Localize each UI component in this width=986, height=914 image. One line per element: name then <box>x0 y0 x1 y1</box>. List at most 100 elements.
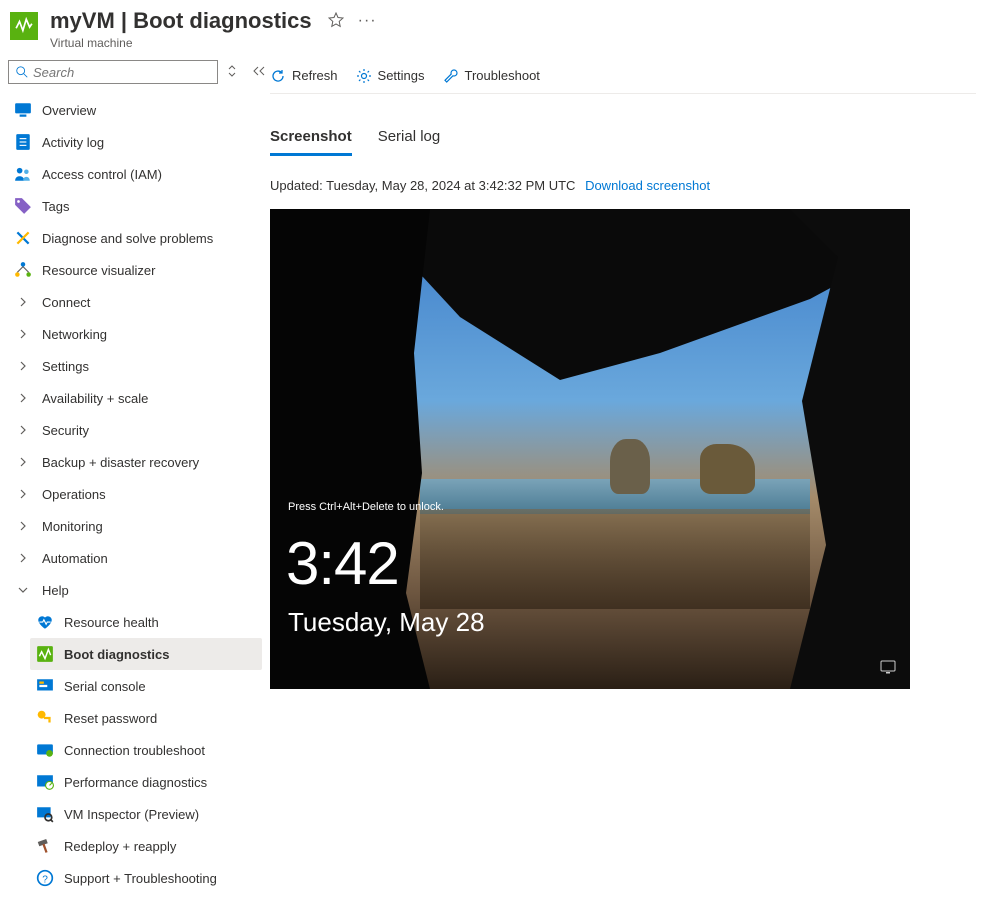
download-screenshot-link[interactable]: Download screenshot <box>585 178 710 193</box>
sidebar-item-label: Networking <box>42 327 107 342</box>
sidebar-item-operations[interactable]: Operations <box>8 478 262 510</box>
updated-row: Updated: Tuesday, May 28, 2024 at 3:42:3… <box>270 178 976 193</box>
toolbar: Refresh Settings Troubleshoot <box>270 58 976 94</box>
sidebar-item-label: Diagnose and solve problems <box>42 231 213 246</box>
key-icon <box>36 709 54 727</box>
sidebar-item-monitoring[interactable]: Monitoring <box>8 510 262 542</box>
tabs: Screenshot Serial log <box>270 124 976 156</box>
main-content: Refresh Settings Troubleshoot Screenshot… <box>270 56 986 914</box>
sidebar-item-label: Help <box>42 583 69 598</box>
log-icon <box>14 133 32 151</box>
toolbar-label: Troubleshoot <box>465 68 540 83</box>
lockscreen-time: 3:42 <box>286 529 399 598</box>
sidebar-item-label: Monitoring <box>42 519 103 534</box>
refresh-button[interactable]: Refresh <box>270 68 338 84</box>
vm-screenshot: Press Ctrl+Alt+Delete to unlock. 3:42 Tu… <box>270 209 910 689</box>
more-actions-icon[interactable]: ··· <box>358 12 377 30</box>
sidebar-item-label: Serial console <box>64 679 146 694</box>
collapse-sidebar-icon[interactable] <box>252 65 266 80</box>
chevron-right-icon <box>14 389 32 407</box>
sidebar-item-access-control[interactable]: Access control (IAM) <box>8 158 262 190</box>
sidebar-item-label: Overview <box>42 103 96 118</box>
search-input[interactable] <box>33 65 211 80</box>
svg-text:?: ? <box>42 875 48 886</box>
sidebar-item-backup[interactable]: Backup + disaster recovery <box>8 446 262 478</box>
inspector-icon <box>36 805 54 823</box>
search-box[interactable] <box>8 60 218 84</box>
sidebar-item-redeploy[interactable]: Redeploy + reapply <box>30 830 262 862</box>
chevron-right-icon <box>14 517 32 535</box>
page-title: myVM | Boot diagnostics <box>50 8 312 34</box>
boot-diag-icon <box>36 645 54 663</box>
page-subtitle: Virtual machine <box>50 36 377 50</box>
sidebar-item-label: Operations <box>42 487 106 502</box>
tab-serial-log[interactable]: Serial log <box>378 124 441 156</box>
sidebar-item-reset-password[interactable]: Reset password <box>30 702 262 734</box>
chevron-right-icon <box>14 325 32 343</box>
chevron-right-icon <box>14 421 32 439</box>
favorite-star-icon[interactable] <box>328 12 344 31</box>
troubleshoot-button[interactable]: Troubleshoot <box>443 68 540 84</box>
updated-text: Updated: Tuesday, May 28, 2024 at 3:42:3… <box>270 178 575 193</box>
sidebar-item-label: Access control (IAM) <box>42 167 162 182</box>
sidebar-item-label: Performance diagnostics <box>64 775 207 790</box>
ease-of-access-icon <box>880 660 896 677</box>
refresh-icon <box>270 68 286 84</box>
gear-icon <box>356 68 372 84</box>
chevron-right-icon <box>14 453 32 471</box>
vm-icon <box>10 12 38 40</box>
sidebar-item-label: Resource visualizer <box>42 263 155 278</box>
sidebar-item-label: Availability + scale <box>42 391 148 406</box>
sidebar-item-label: Connection troubleshoot <box>64 743 205 758</box>
sidebar-item-label: Settings <box>42 359 89 374</box>
sidebar-item-resource-visualizer[interactable]: Resource visualizer <box>8 254 262 286</box>
visualizer-icon <box>14 261 32 279</box>
tab-screenshot[interactable]: Screenshot <box>270 124 352 156</box>
lockscreen-unlock-text: Press Ctrl+Alt+Delete to unlock. <box>288 501 444 513</box>
sidebar-item-activity-log[interactable]: Activity log <box>8 126 262 158</box>
chevron-right-icon <box>14 485 32 503</box>
tag-icon <box>14 197 32 215</box>
chevron-right-icon <box>14 293 32 311</box>
toolbar-label: Refresh <box>292 68 338 83</box>
sidebar-item-performance-diagnostics[interactable]: Performance diagnostics <box>30 766 262 798</box>
sidebar-item-overview[interactable]: Overview <box>8 94 262 126</box>
sidebar-item-label: Security <box>42 423 89 438</box>
sidebar-item-connection-troubleshoot[interactable]: Connection troubleshoot <box>30 734 262 766</box>
sidebar-item-vm-inspector[interactable]: VM Inspector (Preview) <box>30 798 262 830</box>
sidebar-item-settings-group[interactable]: Settings <box>8 350 262 382</box>
sidebar-item-label: Boot diagnostics <box>64 647 169 662</box>
sidebar-item-availability[interactable]: Availability + scale <box>8 382 262 414</box>
sidebar: Overview Activity log Access control (IA… <box>0 56 270 914</box>
sidebar-item-label: VM Inspector (Preview) <box>64 807 199 822</box>
settings-button[interactable]: Settings <box>356 68 425 84</box>
sidebar-item-security[interactable]: Security <box>8 414 262 446</box>
sidebar-item-resource-health[interactable]: Resource health <box>30 606 262 638</box>
hammer-icon <box>36 837 54 855</box>
sidebar-item-networking[interactable]: Networking <box>8 318 262 350</box>
sidebar-item-tags[interactable]: Tags <box>8 190 262 222</box>
sidebar-item-connect[interactable]: Connect <box>8 286 262 318</box>
toolbar-label: Settings <box>378 68 425 83</box>
sidebar-item-boot-diagnostics[interactable]: Boot diagnostics <box>30 638 262 670</box>
help-icon: ? <box>36 869 54 887</box>
sidebar-item-diagnose[interactable]: Diagnose and solve problems <box>8 222 262 254</box>
sidebar-item-label: Tags <box>42 199 69 214</box>
sidebar-item-label: Support + Troubleshooting <box>64 871 217 886</box>
sidebar-item-label: Connect <box>42 295 90 310</box>
sidebar-item-automation[interactable]: Automation <box>8 542 262 574</box>
chevron-right-icon <box>14 357 32 375</box>
sidebar-item-support[interactable]: ? Support + Troubleshooting <box>30 862 262 894</box>
sidebar-item-label: Activity log <box>42 135 104 150</box>
wrench-icon <box>14 229 32 247</box>
perf-icon <box>36 773 54 791</box>
heart-icon <box>36 613 54 631</box>
console-icon <box>36 677 54 695</box>
people-icon <box>14 165 32 183</box>
page-header: myVM | Boot diagnostics ··· Virtual mach… <box>0 0 986 56</box>
search-icon <box>15 65 29 79</box>
sidebar-item-help[interactable]: Help <box>8 574 262 606</box>
expand-collapse-icon[interactable] <box>226 64 238 81</box>
sidebar-item-serial-console[interactable]: Serial console <box>30 670 262 702</box>
wrench-icon <box>443 68 459 84</box>
